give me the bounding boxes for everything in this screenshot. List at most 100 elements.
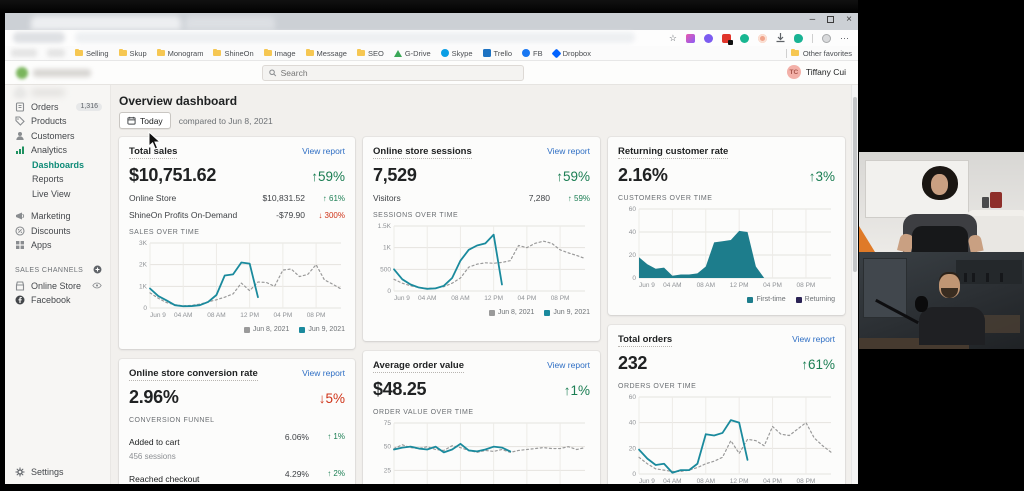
legend-item: Jun 9, 2021 xyxy=(299,326,345,333)
bookmark-trello[interactable]: Trello xyxy=(482,49,512,58)
card-title: Returning customer rate xyxy=(618,146,729,159)
browser-address-bar: ☆ ⋯ xyxy=(5,30,858,46)
svg-text:1K: 1K xyxy=(139,283,148,290)
page-scrollbar[interactable] xyxy=(851,85,858,484)
svg-text:08 PM: 08 PM xyxy=(551,295,570,302)
bookmark-folder[interactable]: Selling xyxy=(75,48,109,58)
sidebar-item-apps[interactable]: Apps xyxy=(5,238,110,253)
aov-value: $48.25 xyxy=(373,379,427,399)
conversion-delta: ↓5% xyxy=(318,391,345,406)
sidebar-item-settings[interactable]: Settings xyxy=(5,465,110,480)
svg-text:500: 500 xyxy=(380,266,391,273)
svg-text:08 AM: 08 AM xyxy=(697,478,715,484)
compare-text: compared to Jun 8, 2021 xyxy=(178,115,273,126)
bookmark-skype[interactable]: Skype xyxy=(440,49,473,58)
svg-text:Jun 9: Jun 9 xyxy=(639,478,655,484)
calendar-icon xyxy=(127,116,136,125)
admin-search[interactable] xyxy=(262,65,524,81)
returning-delta: ↑3% xyxy=(808,169,835,184)
extension-icon-6[interactable] xyxy=(794,33,803,43)
profile-avatar-icon[interactable] xyxy=(822,33,831,43)
bookmark-folder[interactable]: ShineOn xyxy=(213,48,254,58)
section-label: SESSIONS OVER TIME xyxy=(373,212,459,219)
view-report-link[interactable]: View report xyxy=(547,360,590,370)
sidebar-item-online-store[interactable]: Online Store xyxy=(5,279,110,294)
analytics-icon xyxy=(16,146,24,155)
bookmark-folder[interactable]: Message xyxy=(305,48,347,58)
svg-text:1.5K: 1.5K xyxy=(378,223,392,230)
customers-over-time-chart: 0 20 40 60 Jun 9 04 AM 08 AM 12 PM 04 PM 08 PM xyxy=(618,205,835,294)
svg-text:1K: 1K xyxy=(383,245,392,252)
extension-icon-1[interactable] xyxy=(686,33,695,43)
person-body xyxy=(919,307,985,345)
maximize-button[interactable] xyxy=(827,16,835,23)
background-equipment xyxy=(982,192,1002,208)
svg-text:60: 60 xyxy=(629,394,637,401)
card-average-order-value: Average order value View report $48.25 ↑… xyxy=(363,351,600,484)
sales-over-time-chart: 0 1K 2K 3K Jun 9 04 AM 08 AM 12 PM 04 PM 08 PM xyxy=(129,239,345,324)
scrollbar-thumb[interactable] xyxy=(853,97,857,272)
close-button[interactable]: × xyxy=(846,14,852,25)
orders-icon xyxy=(15,102,25,112)
svg-text:25: 25 xyxy=(384,467,392,474)
legend-item: Jun 8, 2021 xyxy=(243,326,289,333)
bookmark-folder[interactable]: Monogram xyxy=(156,48,203,58)
card-conversion-rate: Online store conversion rate View report… xyxy=(119,359,355,484)
card-total-sales: Total sales View report $10,751.62 ↑59% … xyxy=(119,137,355,349)
webcam-feed-bottom xyxy=(859,252,1024,349)
card-title: Total orders xyxy=(618,334,673,347)
svg-text:12 PM: 12 PM xyxy=(730,478,749,484)
search-icon xyxy=(269,69,277,77)
aov-delta: ↑1% xyxy=(563,383,590,398)
other-favorites[interactable]: Other favorites xyxy=(803,49,852,58)
view-report-link[interactable]: View report xyxy=(792,334,835,344)
view-report-link[interactable]: View report xyxy=(302,368,345,378)
user-avatar: TC xyxy=(786,65,801,79)
extension-icon-2[interactable] xyxy=(704,33,713,43)
svg-text:04 AM: 04 AM xyxy=(418,295,436,302)
view-store-button[interactable] xyxy=(92,281,102,291)
extension-icon-4[interactable] xyxy=(740,33,749,43)
extension-icon-5[interactable] xyxy=(758,33,767,43)
account-menu[interactable]: TC Tiffany Cui xyxy=(786,65,846,79)
shelf xyxy=(956,260,1022,284)
orders-value: 232 xyxy=(618,353,648,373)
page-title: Overview dashboard xyxy=(119,94,238,108)
chart-legend: Jun 8, 2021 Jun 9, 2021 xyxy=(129,326,345,333)
user-name: Tiffany Cui xyxy=(805,67,846,77)
sidebar-item-facebook[interactable]: Facebook xyxy=(5,293,110,308)
bookmark-folder[interactable]: SEO xyxy=(356,48,384,58)
sidebar-item-live-view[interactable]: Live View xyxy=(5,187,110,202)
card-online-store-sessions: Online store sessions View report 7,529 … xyxy=(363,137,600,341)
sidebar-item-discounts[interactable]: Discounts xyxy=(5,224,110,239)
bookmark-fb[interactable]: FB xyxy=(522,49,543,58)
svg-text:20: 20 xyxy=(629,252,637,259)
sidebar-item-home[interactable] xyxy=(5,85,110,100)
shopify-topbar: TC Tiffany Cui xyxy=(5,61,858,85)
sidebar-item-products[interactable]: Products xyxy=(5,114,110,129)
sidebar-item-analytics[interactable]: Analytics xyxy=(5,143,110,158)
sidebar-item-marketing[interactable]: Marketing xyxy=(5,209,110,224)
bookmark-folder[interactable]: Skup xyxy=(118,48,147,58)
search-input[interactable] xyxy=(280,68,517,78)
minimize-button[interactable]: – xyxy=(810,14,816,25)
view-report-link[interactable]: View report xyxy=(302,146,345,156)
sidebar-item-reports[interactable]: Reports xyxy=(5,172,110,187)
date-range-button[interactable]: Today xyxy=(119,112,171,129)
extension-icon-3[interactable] xyxy=(722,33,733,45)
url-field[interactable] xyxy=(75,32,635,43)
facebook-channel-icon xyxy=(15,295,25,305)
sidebar-item-orders[interactable]: Orders 1,316 xyxy=(5,100,110,115)
breakdown-row: Visitors 7,280 ↑ 59% xyxy=(373,193,590,203)
browser-menu-icon[interactable]: ⋯ xyxy=(840,33,850,44)
video-call-panel xyxy=(858,0,1024,491)
bookmark-gdrive[interactable]: G-Drive xyxy=(393,49,431,58)
downloads-icon[interactable] xyxy=(776,33,785,43)
bookmark-folder[interactable]: Image xyxy=(263,48,296,58)
sidebar-item-customers[interactable]: Customers xyxy=(5,129,110,144)
bookmark-star-icon[interactable]: ☆ xyxy=(669,33,677,43)
add-channel-button[interactable] xyxy=(93,265,102,276)
bookmark-dropbox[interactable]: Dropbox xyxy=(551,48,591,58)
view-report-link[interactable]: View report xyxy=(547,146,590,156)
sidebar-item-dashboards[interactable]: Dashboards xyxy=(5,158,110,173)
